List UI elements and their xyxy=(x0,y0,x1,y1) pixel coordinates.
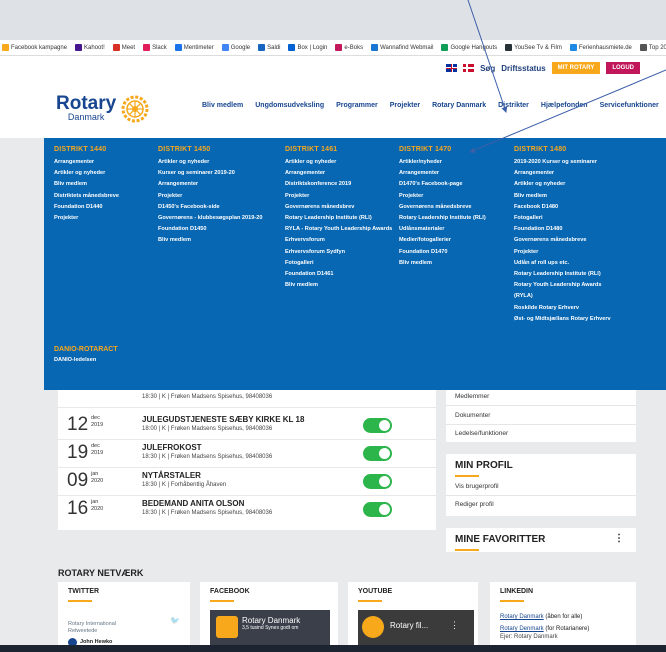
arrow-to-district-1470 xyxy=(469,69,666,153)
annotation-arrows xyxy=(467,0,666,153)
arrow-to-distrikter xyxy=(467,0,508,113)
